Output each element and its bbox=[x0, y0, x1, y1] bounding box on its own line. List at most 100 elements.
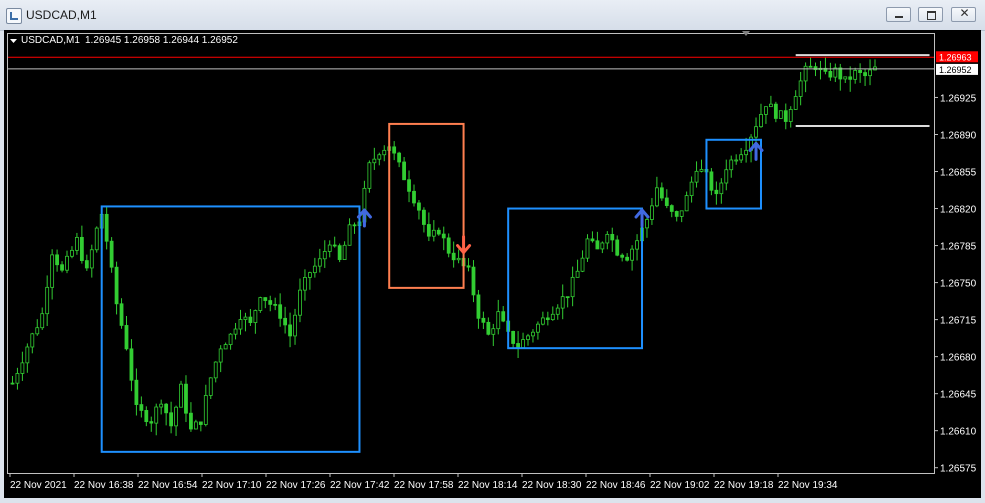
candle-body bbox=[868, 69, 872, 77]
candle-body bbox=[838, 67, 843, 80]
candle-body bbox=[40, 313, 45, 329]
candle-body bbox=[169, 412, 174, 427]
candle-body bbox=[104, 213, 109, 242]
candle-body bbox=[278, 304, 283, 319]
candle-body bbox=[238, 319, 243, 330]
candle-body bbox=[288, 324, 292, 337]
candle-body bbox=[496, 311, 501, 330]
candle-body bbox=[501, 311, 506, 322]
candle-body bbox=[84, 260, 89, 269]
candle-body bbox=[863, 72, 867, 77]
candle-body bbox=[213, 361, 218, 379]
candle-body bbox=[89, 249, 94, 269]
candle-body bbox=[570, 276, 575, 298]
candle-body bbox=[511, 330, 516, 344]
candle-body bbox=[15, 373, 20, 384]
candle-body bbox=[392, 146, 397, 154]
price-tick-label: 1.26680 bbox=[940, 353, 977, 364]
candle-body bbox=[198, 421, 203, 425]
price-tick-label: 1.26925 bbox=[940, 93, 977, 104]
candle-body bbox=[441, 233, 446, 239]
candle-body bbox=[20, 362, 25, 374]
candle-body bbox=[724, 169, 729, 184]
candle-body bbox=[50, 254, 55, 288]
candle-body bbox=[397, 152, 402, 163]
maximize-button[interactable] bbox=[918, 7, 943, 22]
price-chart[interactable]: 1.26925 1.26890 1.26855 1.26820 1.26785 1.267… bbox=[4, 30, 981, 498]
time-tick-label: 22 Nov 19:34 bbox=[778, 480, 838, 491]
candle-body bbox=[273, 303, 278, 306]
candle-body bbox=[223, 344, 228, 350]
price-tick-label: 1.26855 bbox=[940, 168, 977, 179]
chart-symbol: USDCAD,M1 bbox=[21, 35, 80, 46]
candle-body bbox=[595, 240, 600, 250]
candle-body bbox=[233, 328, 238, 335]
candle-body bbox=[45, 286, 50, 315]
candle-body bbox=[154, 406, 159, 424]
time-tick-label: 22 Nov 18:46 bbox=[586, 480, 646, 491]
candle-body bbox=[347, 224, 352, 246]
candle-body bbox=[858, 69, 863, 73]
candle-body bbox=[540, 317, 545, 325]
candle-body bbox=[367, 162, 372, 189]
candle-body bbox=[268, 300, 273, 305]
candle-body bbox=[764, 106, 768, 115]
chart-area[interactable]: 1.26925 1.26890 1.26855 1.26820 1.26785 1.267… bbox=[4, 30, 981, 498]
candle-body bbox=[293, 314, 297, 337]
candle-body bbox=[739, 154, 744, 161]
time-tick-label: 22 Nov 19:18 bbox=[714, 480, 774, 491]
candle-body bbox=[689, 181, 694, 196]
candle-body bbox=[456, 257, 461, 261]
price-tick-label: 1.26645 bbox=[940, 390, 977, 401]
candle-body bbox=[600, 242, 605, 250]
chart-window-icon bbox=[6, 8, 22, 24]
candle-body bbox=[674, 211, 679, 217]
candle-body bbox=[312, 265, 317, 274]
candle-body bbox=[337, 245, 342, 260]
price-tick-label: 1.26890 bbox=[940, 130, 977, 141]
time-tick-label: 22 Nov 18:30 bbox=[522, 480, 582, 491]
candle-body bbox=[620, 254, 625, 258]
time-tick-label: 22 Nov 2021 bbox=[10, 480, 67, 491]
price-tick-label: 1.26785 bbox=[940, 242, 977, 253]
candle-body bbox=[585, 238, 590, 259]
ask-price-label: 1.26963 bbox=[939, 52, 972, 62]
candle-body bbox=[228, 333, 233, 346]
close-button[interactable]: ✕ bbox=[951, 6, 976, 22]
candle-body bbox=[783, 110, 788, 122]
candle-body bbox=[476, 294, 481, 319]
candle-body bbox=[759, 114, 763, 128]
candle-body bbox=[550, 313, 555, 321]
candle-body bbox=[610, 233, 615, 241]
candle-body bbox=[208, 377, 213, 396]
candle-body bbox=[258, 297, 263, 311]
candle-body bbox=[744, 149, 749, 156]
candle-body bbox=[754, 126, 758, 138]
time-tick-label: 22 Nov 16:54 bbox=[138, 480, 198, 491]
candle-body bbox=[144, 410, 149, 423]
candle-body bbox=[798, 80, 803, 97]
candle-body bbox=[303, 277, 307, 291]
minimize-button[interactable] bbox=[886, 7, 911, 22]
candle-body bbox=[30, 333, 35, 348]
window-titlebar[interactable]: USDCAD,M1 ✕ bbox=[0, 0, 985, 31]
candle-body bbox=[253, 310, 258, 324]
candle-body bbox=[149, 421, 154, 424]
candle-body bbox=[605, 233, 610, 244]
candle-body bbox=[65, 255, 69, 271]
candle-body bbox=[75, 236, 79, 251]
candle-body bbox=[848, 76, 853, 80]
candle-body bbox=[699, 168, 704, 172]
candle-body bbox=[793, 96, 798, 110]
candle-body bbox=[590, 238, 595, 242]
candle-body bbox=[565, 296, 570, 299]
candle-body bbox=[521, 339, 525, 349]
candle-body bbox=[545, 317, 550, 321]
candle-body bbox=[218, 348, 223, 363]
candle-body bbox=[94, 227, 99, 251]
candle-body bbox=[382, 149, 387, 156]
candle-body bbox=[372, 158, 377, 164]
candle-body bbox=[179, 383, 183, 408]
candle-body bbox=[630, 248, 635, 261]
candle-body bbox=[828, 70, 833, 78]
